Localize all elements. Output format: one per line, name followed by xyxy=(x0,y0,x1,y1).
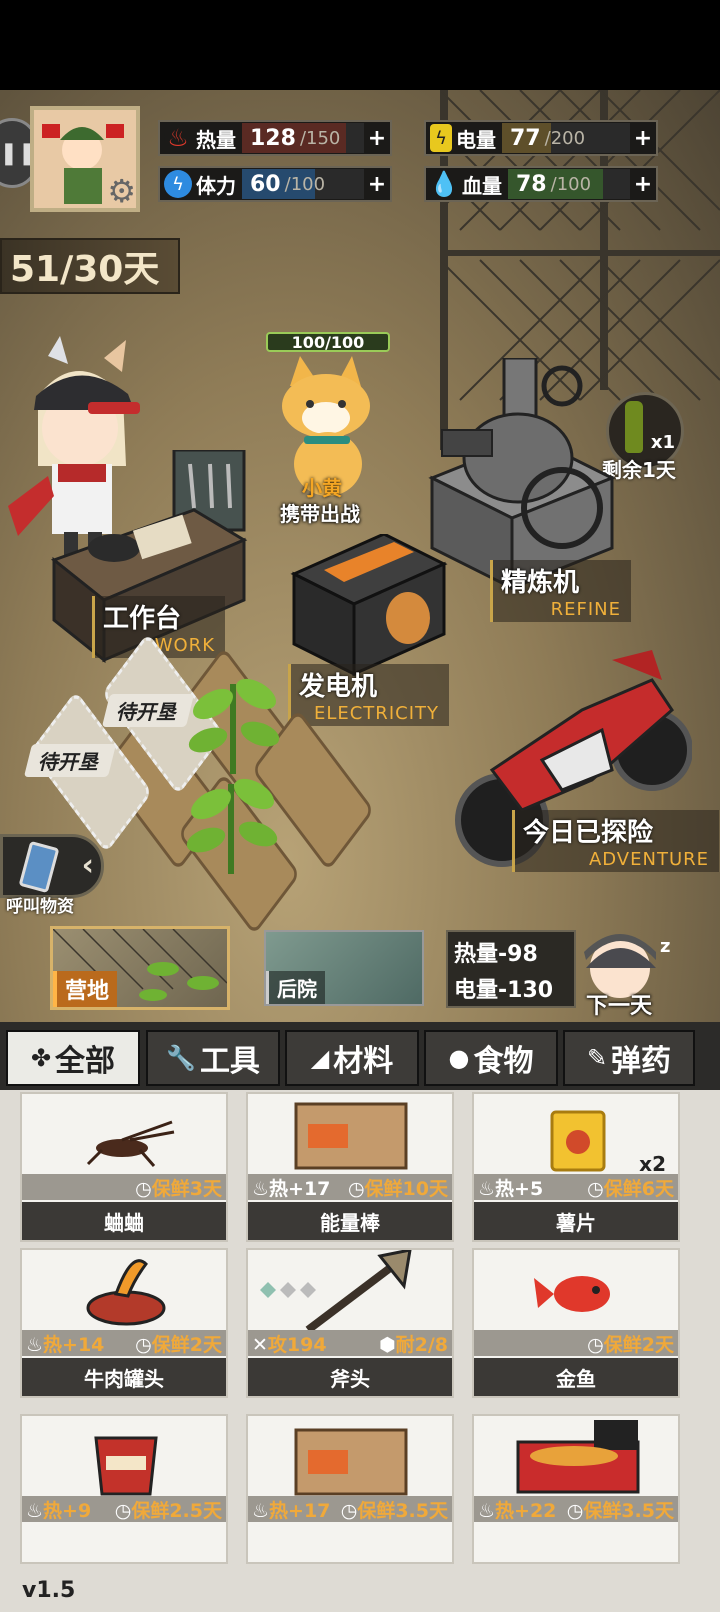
clover-icon: ✤ xyxy=(30,1044,52,1072)
clock-icon: ◷保鲜3.5天 xyxy=(340,1499,448,1522)
chevron-left-icon: ‹ xyxy=(81,848,94,883)
stat-heat: ♨ 热量 128 /150 + xyxy=(158,120,392,156)
svg-text:z: z xyxy=(660,936,670,957)
power-value: 77 xyxy=(510,125,541,151)
plant-sprout xyxy=(188,678,280,774)
pet-hp-bar: 100/100 xyxy=(266,332,390,352)
tab-materials[interactable]: ◢ 材料 xyxy=(285,1030,419,1086)
flame-icon: ♨热+5 xyxy=(478,1177,544,1200)
version-label: v1.5 xyxy=(22,1578,76,1603)
item-card[interactable]: ♨热+17 ◷保鲜3.5天 xyxy=(246,1414,454,1564)
clock-icon: ◷保鲜3天 xyxy=(135,1177,222,1200)
heat-bar: 128 /150 xyxy=(242,123,364,153)
clock-icon: ◷保鲜10天 xyxy=(347,1177,448,1200)
bullet-icon: ✎ xyxy=(586,1044,608,1072)
energy-bar-box-icon xyxy=(294,1428,408,1496)
goldfish-icon xyxy=(534,1276,610,1312)
flame-icon: ♨热+22 xyxy=(478,1499,557,1522)
plot-unclaimed-label[interactable]: 待开垦 xyxy=(23,744,117,777)
generator[interactable] xyxy=(284,534,454,684)
item-card[interactable]: ◷保鲜3天 蛐蛐 xyxy=(20,1092,228,1242)
cricket-icon xyxy=(86,1120,175,1167)
plant-sprout xyxy=(186,778,278,874)
call-supplies-button[interactable]: ‹ 呼叫物资 xyxy=(0,834,104,917)
energy-bar-box-icon xyxy=(294,1102,408,1170)
stat-power: ϟ 电量 77 /200 + xyxy=(424,120,658,156)
next-day-button[interactable]: z 下一天 xyxy=(572,922,692,1020)
axe-icon xyxy=(260,1248,412,1334)
area-backyard[interactable]: 后院 xyxy=(264,930,424,1006)
flame-icon: ♨热+17 xyxy=(252,1177,331,1200)
item-card[interactable]: ♨热+17 ◷保鲜10天 能量棒 xyxy=(246,1092,454,1242)
item-card[interactable]: x2 ♨热+5 ◷保鲜6天 薯片 xyxy=(472,1092,680,1242)
meat-icon: ● xyxy=(448,1044,470,1072)
stamina-plus-button[interactable]: + xyxy=(364,172,390,197)
material-icon: ◢ xyxy=(310,1044,330,1072)
clock-icon: ◷保鲜2.5天 xyxy=(114,1499,222,1522)
top-bar xyxy=(0,0,720,90)
area-camp[interactable]: 营地 xyxy=(50,926,230,1010)
power-plus-button[interactable]: + xyxy=(630,126,656,151)
item-card[interactable]: ♨热+9 ◷保鲜2.5天 xyxy=(20,1414,228,1564)
stat-stamina: ϟ 体力 60 /100 + xyxy=(158,166,392,202)
wrench-icon: 🔧 xyxy=(166,1044,196,1072)
clock-icon: ◷保鲜6天 xyxy=(587,1177,674,1200)
durability-icon: ⬢耐2/8 xyxy=(379,1333,448,1356)
clock-icon: ◷保鲜3.5天 xyxy=(566,1499,674,1522)
next-day-cost-panel: 热量-98 电量-130 xyxy=(446,930,576,1008)
pet-name: 小黄 xyxy=(302,476,342,500)
item-card[interactable]: ◷保鲜2天 金鱼 xyxy=(472,1248,680,1398)
item-card[interactable]: ✕攻194 ⬢耐2/8 斧头 xyxy=(246,1248,454,1398)
clock-icon: ◷保鲜2天 xyxy=(135,1333,222,1356)
flame-icon: ♨ xyxy=(164,124,192,152)
heat-value: 128 xyxy=(250,125,296,151)
stat-health: 💧 血量 78 /100 + xyxy=(424,166,658,202)
tab-all[interactable]: ✤ 全部 xyxy=(6,1030,140,1086)
lightning-icon: ϟ xyxy=(164,170,192,198)
tab-ammo[interactable]: ✎ 弹药 xyxy=(563,1030,695,1086)
pet-deploy-label[interactable]: 携带出战 xyxy=(280,498,360,527)
avatar[interactable]: ⚙ xyxy=(30,106,140,212)
health-plus-button[interactable]: + xyxy=(630,172,656,197)
clock-icon: ◷保鲜2天 xyxy=(587,1333,674,1356)
inventory-grid: ◷保鲜3天 蛐蛐 ♨热+17 ◷保鲜10天 能量棒 x2 ♨热+5 ◷保鲜6天 薯片… xyxy=(0,1090,720,1612)
cup-noodle-icon xyxy=(94,1436,158,1496)
health-bar: 78 /100 xyxy=(508,169,630,199)
inventory-tabs: ✤ 全部 🔧 工具 ◢ 材料 ● 食物 ✎ 弹药 xyxy=(0,1022,720,1090)
stamina-bar: 60 /100 xyxy=(242,169,364,199)
item-card[interactable]: ♨热+22 ◷保鲜3.5天 xyxy=(472,1414,680,1564)
gear-icon[interactable]: ⚙ xyxy=(107,172,136,210)
heat-plus-button[interactable]: + xyxy=(364,126,390,151)
power-bar: 77 /200 xyxy=(502,123,630,153)
flame-icon: ♨热+14 xyxy=(26,1333,105,1356)
instant-hotpot-icon xyxy=(516,1420,640,1494)
blood-drop-icon: 💧 xyxy=(429,170,459,198)
plot-unclaimed-label[interactable]: 待开垦 xyxy=(101,694,195,727)
tab-tools[interactable]: 🔧 工具 xyxy=(146,1030,280,1086)
flame-icon: ♨热+9 xyxy=(26,1499,92,1522)
adventure-label[interactable]: 今日已探险 ADVENTURE xyxy=(512,810,719,872)
tab-food[interactable]: ● 食物 xyxy=(424,1030,558,1086)
flame-icon: ♨热+17 xyxy=(252,1499,331,1522)
stamina-value: 60 xyxy=(250,171,281,197)
day-counter: 51/30天 xyxy=(0,238,180,294)
item-card[interactable]: ♨热+14 ◷保鲜2天 牛肉罐头 xyxy=(20,1248,228,1398)
battery-icon: ϟ xyxy=(430,124,452,152)
health-value: 78 xyxy=(516,171,547,197)
canned-beef-icon xyxy=(86,1259,166,1326)
refine-label[interactable]: 精炼机 REFINE xyxy=(490,560,631,622)
generator-label[interactable]: 发电机 ELECTRICITY xyxy=(288,664,449,726)
swords-icon: ✕攻194 xyxy=(252,1333,327,1356)
